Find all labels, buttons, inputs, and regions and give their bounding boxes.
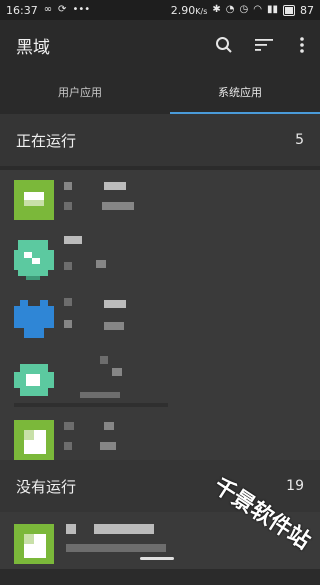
tab-user-apps[interactable]: 用户应用	[0, 70, 160, 114]
obscured-text	[94, 524, 154, 534]
obscured-text	[112, 368, 122, 376]
section-label: 正在运行	[16, 131, 77, 150]
more-vert-icon	[300, 37, 304, 53]
obscured-text	[64, 298, 72, 306]
app-icon	[14, 364, 54, 396]
status-time: 16:37	[6, 3, 38, 17]
obscured-text	[100, 356, 108, 364]
list-item[interactable]	[0, 230, 320, 290]
obscured-text	[64, 182, 72, 190]
obscured-text	[96, 260, 106, 268]
obscured-text	[80, 392, 120, 398]
obscured-text	[104, 182, 126, 190]
obscured-text	[66, 524, 76, 534]
app-bar: 黑域	[0, 20, 320, 70]
obscured-text	[64, 442, 72, 450]
nav-gesture-bar[interactable]	[140, 557, 174, 560]
obscured-text	[102, 202, 134, 210]
obscured-text	[64, 236, 82, 244]
network-speed: 2.90K/s	[170, 3, 208, 17]
running-app-list	[0, 170, 320, 460]
status-bar: 16:37 ∞ ⟳ ••• 2.90K/s ✱ ◔ ◷ ◠ ▮▮ 87	[0, 0, 320, 20]
app-icon	[14, 300, 54, 338]
overflow-menu-button[interactable]	[284, 20, 320, 70]
list-item[interactable]	[0, 350, 320, 410]
obscured-text	[64, 422, 74, 430]
signal-icon: ▮▮	[266, 4, 278, 15]
obscured-text	[66, 544, 166, 552]
bluetooth-icon: ✱	[212, 4, 221, 15]
obscured-text	[64, 202, 72, 210]
search-icon	[216, 37, 232, 53]
mute-icon: ◔	[225, 4, 235, 15]
app-icon	[14, 524, 54, 564]
alarm-icon: ◷	[239, 4, 249, 15]
search-button[interactable]	[204, 20, 244, 70]
sort-button[interactable]	[244, 20, 284, 70]
infinity-icon: ∞	[43, 4, 53, 15]
list-item[interactable]	[0, 170, 320, 230]
app-icon	[14, 420, 54, 460]
obscured-text	[100, 442, 116, 450]
app-icon	[14, 180, 54, 220]
tab-system-apps[interactable]: 系统应用	[160, 70, 320, 114]
obscured-text	[104, 322, 124, 330]
battery-level: 87	[300, 3, 314, 17]
obscured-text	[64, 320, 72, 328]
sync-icon: ⟳	[58, 4, 67, 15]
tab-label: 用户应用	[58, 86, 102, 99]
list-item[interactable]	[0, 290, 320, 350]
section-count: 5	[295, 132, 304, 148]
battery-icon	[283, 4, 295, 16]
tab-bar: 用户应用 系统应用	[0, 70, 320, 114]
list-divider	[14, 403, 168, 407]
obscured-text	[104, 422, 114, 430]
wifi-icon: ◠	[253, 4, 262, 15]
tab-label: 系统应用	[218, 86, 262, 99]
section-running-header: 正在运行 5	[0, 114, 320, 166]
obscured-text	[104, 300, 126, 308]
page-title: 黑域	[16, 37, 50, 58]
sort-icon	[255, 39, 273, 51]
section-label: 没有运行	[16, 477, 77, 496]
obscured-text	[64, 262, 72, 270]
more-dots-icon: •••	[72, 4, 91, 15]
app-icon	[14, 240, 54, 280]
